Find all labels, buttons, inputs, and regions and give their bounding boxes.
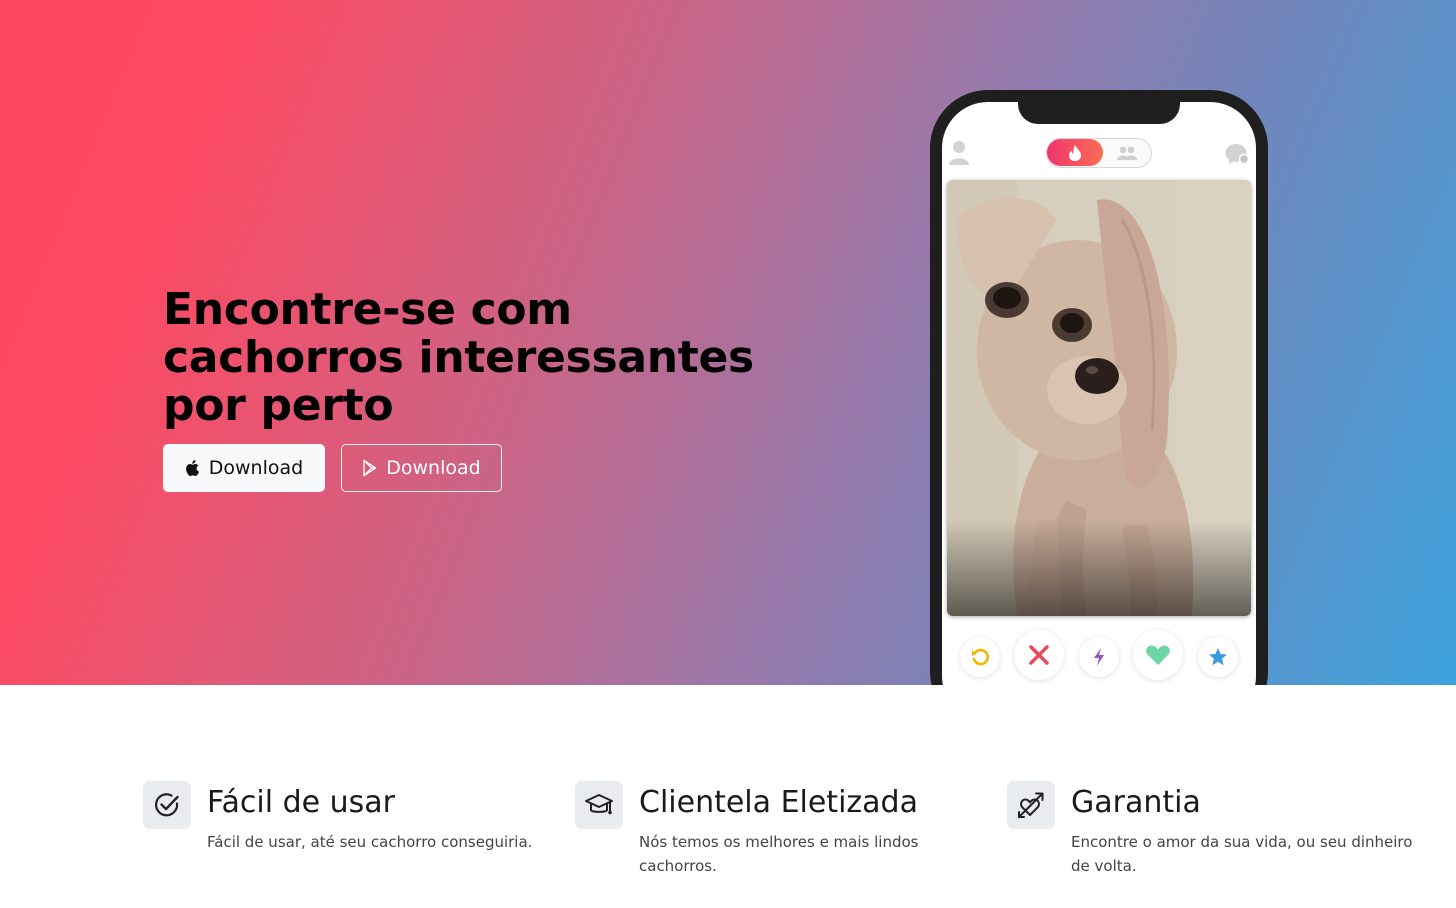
heart-icon — [1146, 645, 1170, 665]
rewind-icon — [972, 648, 989, 666]
rewind-button[interactable] — [960, 637, 1000, 677]
graduation-cap-icon — [585, 794, 613, 815]
dog-photo — [947, 180, 1251, 616]
flame-icon — [1069, 144, 1081, 161]
star-icon — [1209, 648, 1227, 666]
feature-description: Fácil de usar, até seu cachorro consegui… — [207, 833, 533, 851]
group-icon — [1117, 146, 1137, 160]
feature-title: Clientela Eletizada — [639, 785, 918, 820]
hero-section: Encontre-se com cachorros interessantes … — [0, 0, 1456, 685]
toggle-option-groups[interactable] — [1109, 142, 1145, 163]
chat-icon[interactable] — [1224, 142, 1250, 166]
toggle-option-swipe[interactable] — [1047, 139, 1103, 166]
bolt-icon — [1094, 648, 1104, 666]
feature-icon-box — [143, 781, 191, 829]
super-like-button[interactable] — [1198, 637, 1238, 677]
phone-notch — [1018, 102, 1180, 124]
google-play-download-button[interactable]: Download — [341, 444, 502, 492]
heart-arrow-icon — [1018, 792, 1044, 818]
close-icon — [1029, 645, 1049, 665]
apple-icon — [185, 460, 199, 476]
swipe-actions — [942, 630, 1256, 684]
like-button[interactable] — [1133, 630, 1183, 680]
hero-title: Encontre-se com cachorros interessantes … — [163, 284, 754, 431]
mode-toggle[interactable] — [1046, 138, 1152, 168]
app-store-download-label: Download — [208, 457, 304, 479]
dog-photo-card[interactable] — [947, 180, 1251, 616]
feature-description: Nós temos os melhores e mais lindos cach… — [639, 833, 919, 875]
feature-description: Encontre o amor da sua vida, ou seu dinh… — [1071, 833, 1413, 875]
feature-icon-box — [1007, 781, 1055, 829]
feature-title: Garantia — [1071, 785, 1201, 820]
feature-title: Fácil de usar — [207, 785, 395, 820]
phone-mockup — [930, 90, 1268, 685]
google-play-download-label: Download — [386, 457, 481, 479]
check-circle-icon — [154, 793, 179, 817]
dislike-button[interactable] — [1014, 630, 1064, 680]
app-store-download-button[interactable]: Download — [163, 444, 325, 492]
feature-icon-box — [575, 781, 623, 829]
boost-button[interactable] — [1079, 637, 1119, 677]
phone-screen — [942, 102, 1256, 685]
profile-icon[interactable] — [948, 140, 970, 166]
google-play-icon — [363, 459, 377, 477]
